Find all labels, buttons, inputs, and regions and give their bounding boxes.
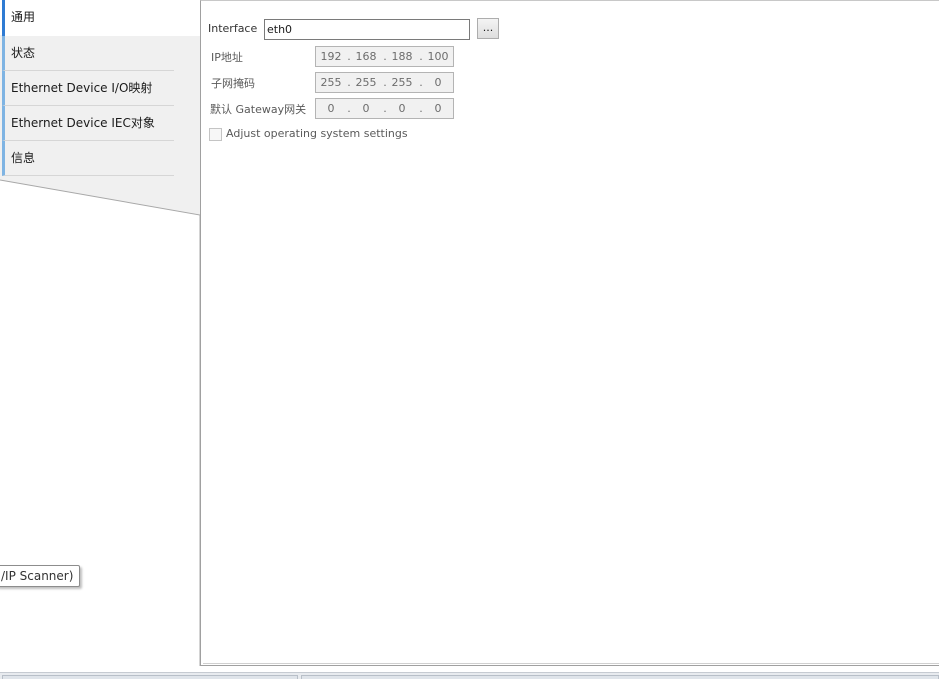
subnet-octet-4: 0: [434, 76, 442, 89]
device-tooltip-text: /IP Scanner): [1, 569, 74, 583]
gateway-field[interactable]: 0 . 0 . 0 . 0: [315, 98, 454, 119]
tab-general[interactable]: 通用: [2, 0, 202, 36]
gateway-octet-1: 0: [327, 102, 335, 115]
gateway-octet-4: 0: [434, 102, 442, 115]
ip-dot: .: [347, 102, 351, 115]
ethernet-device-config-window: 通用 状态 Ethernet Device I/O映射 Ethernet Dev…: [0, 0, 939, 679]
ip-octet-2: 168: [355, 50, 377, 63]
device-tooltip: /IP Scanner): [0, 565, 81, 587]
ip-dot: .: [419, 102, 423, 115]
browse-button-label: ...: [482, 21, 494, 34]
bottom-pane-left: [2, 675, 298, 679]
interface-label: Interface: [208, 22, 258, 35]
tab-io-mapping[interactable]: Ethernet Device I/O映射: [2, 71, 174, 106]
tab-information[interactable]: 信息: [2, 141, 174, 176]
ip-dot: .: [347, 76, 351, 89]
ip-dot: .: [347, 50, 351, 63]
ip-dot: .: [383, 102, 387, 115]
vertical-tab-strip: 通用 状态 Ethernet Device I/O映射 Ethernet Dev…: [0, 0, 202, 666]
tab-io-mapping-label: Ethernet Device I/O映射: [11, 81, 153, 95]
tab-information-label: 信息: [11, 151, 36, 165]
ip-octet-3: 188: [391, 50, 413, 63]
tab-iec-objects-label: Ethernet Device IEC对象: [11, 116, 155, 130]
ip-dot: .: [419, 50, 423, 63]
adjust-os-settings-checkbox[interactable]: [209, 128, 222, 141]
ip-address-field[interactable]: 192 . 168 . 188 . 100: [315, 46, 454, 67]
adjust-os-settings-label: Adjust operating system settings: [226, 127, 408, 140]
subnet-mask-label: 子网掩码: [211, 77, 255, 90]
subnet-octet-3: 255: [391, 76, 413, 89]
ip-dot: .: [383, 76, 387, 89]
bottom-pane-right: [301, 675, 939, 679]
tab-general-label: 通用: [11, 10, 36, 24]
general-settings-panel: [200, 0, 939, 666]
tab-status[interactable]: 状态: [2, 36, 174, 71]
panel-bottom-edge: [203, 663, 939, 664]
ip-dot: .: [383, 50, 387, 63]
ip-dot: .: [419, 76, 423, 89]
subnet-mask-field[interactable]: 255 . 255 . 255 . 0: [315, 72, 454, 93]
ip-octet-1: 192: [320, 50, 342, 63]
subnet-octet-2: 255: [355, 76, 377, 89]
interface-input[interactable]: eth0: [264, 19, 470, 40]
gateway-octet-3: 0: [398, 102, 406, 115]
ip-address-label: IP地址: [211, 51, 243, 64]
gateway-octet-2: 0: [362, 102, 370, 115]
tab-iec-objects[interactable]: Ethernet Device IEC对象: [2, 106, 174, 141]
ip-octet-4: 100: [427, 50, 449, 63]
browse-interface-button[interactable]: ...: [477, 18, 499, 39]
tab-status-label: 状态: [11, 46, 36, 60]
subnet-octet-1: 255: [320, 76, 342, 89]
interface-value: eth0: [267, 23, 293, 36]
gateway-label: 默认 Gateway网关: [210, 103, 307, 116]
